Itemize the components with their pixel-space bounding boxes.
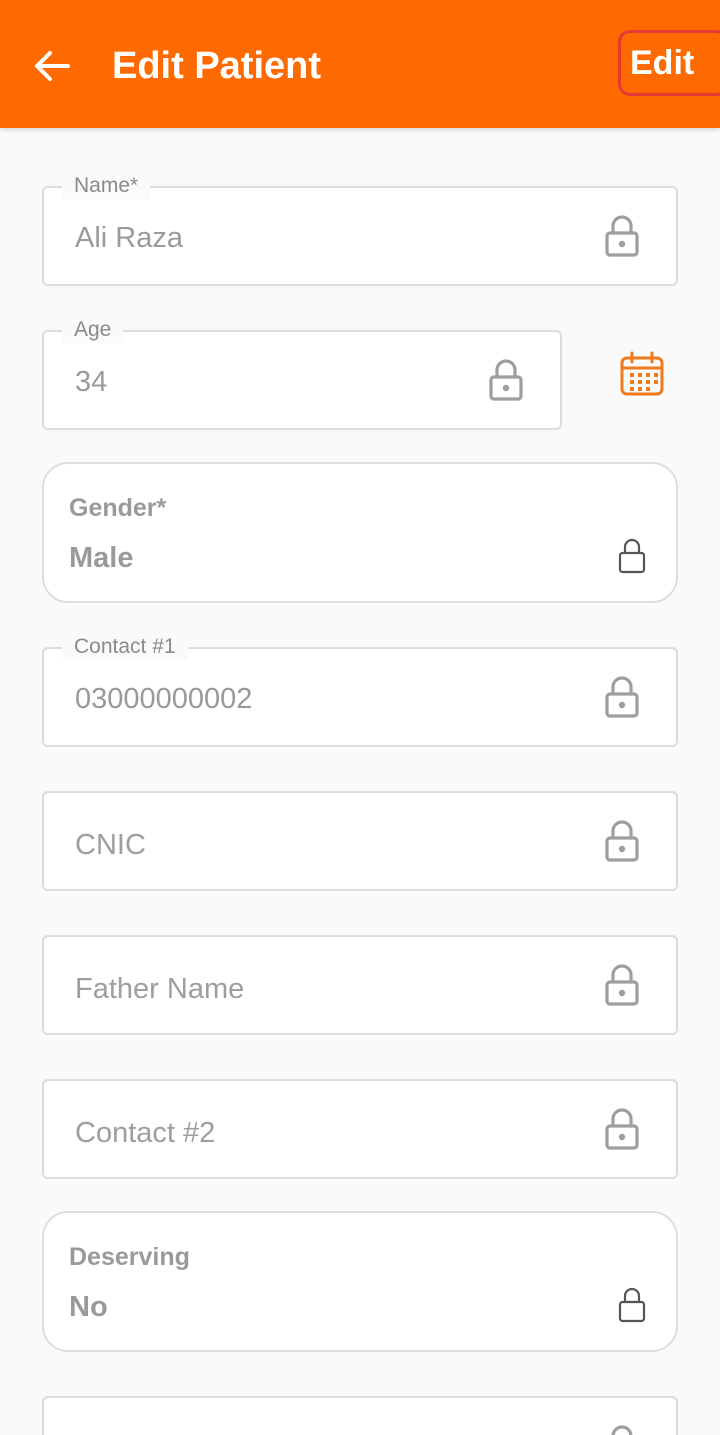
back-button[interactable] — [26, 40, 78, 92]
cnic-field[interactable]: CNIC — [42, 791, 678, 891]
deserving-value: No — [69, 1291, 108, 1323]
lock-icon — [605, 820, 639, 862]
age-field-value: 34 — [75, 366, 108, 398]
gender-label: Gender* — [69, 494, 167, 522]
contact1-field-value: 03000000002 — [75, 683, 253, 715]
deserving-label: Deserving — [69, 1243, 190, 1271]
calendar-icon — [620, 351, 664, 396]
lock-icon — [611, 1425, 633, 1435]
lock-icon — [605, 215, 639, 257]
gender-selector[interactable]: Gender* Male — [42, 462, 678, 603]
lock-icon — [618, 1287, 646, 1323]
father-name-field[interactable]: Father Name — [42, 935, 678, 1035]
age-field[interactable]: Age 34 — [42, 317, 562, 430]
edit-patient-screen: Edit Patient Edit Name* Ali Raza Age 34 — [0, 0, 720, 1435]
arrow-left-icon — [35, 51, 70, 81]
lock-icon — [618, 538, 646, 574]
contact2-field-placeholder: Contact #2 — [75, 1117, 216, 1149]
lock-icon — [605, 1108, 639, 1150]
calendar-button[interactable] — [618, 350, 666, 398]
contact2-field[interactable]: Contact #2 — [42, 1079, 678, 1179]
name-field-label: Name* — [62, 173, 151, 199]
lock-icon — [605, 964, 639, 1006]
gender-value: Male — [69, 542, 134, 574]
page-title: Edit Patient — [112, 45, 322, 87]
lock-icon — [489, 359, 523, 401]
contact1-field-label: Contact #1 — [62, 634, 188, 660]
age-field-label: Age — [62, 317, 124, 343]
edit-button[interactable]: Edit — [618, 30, 720, 96]
lock-icon — [605, 676, 639, 718]
cnic-field-placeholder: CNIC — [75, 829, 146, 861]
father-name-field-placeholder: Father Name — [75, 973, 245, 1005]
app-bar: Edit Patient Edit — [0, 0, 720, 128]
contact1-field[interactable]: Contact #1 03000000002 — [42, 634, 678, 747]
next-field[interactable] — [42, 1396, 678, 1435]
deserving-selector[interactable]: Deserving No — [42, 1211, 678, 1352]
name-field-value: Ali Raza — [75, 222, 183, 254]
name-field[interactable]: Name* Ali Raza — [42, 173, 678, 286]
